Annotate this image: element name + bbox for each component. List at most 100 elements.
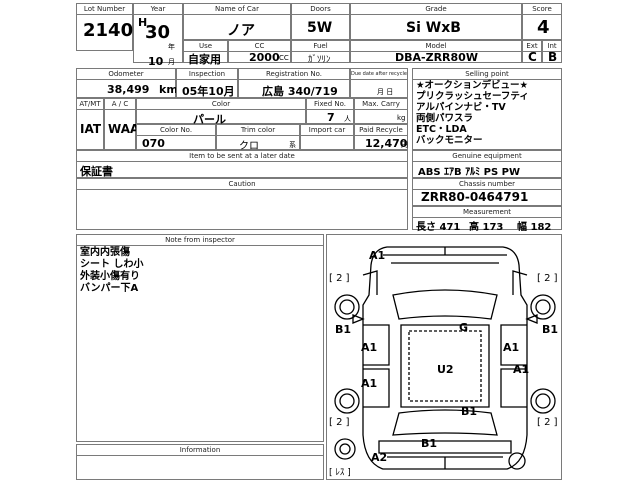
trim-color-cell: Trim color クロ 系 bbox=[216, 124, 300, 152]
tire-rear-right: [ 2 ] bbox=[537, 417, 558, 428]
doors-cell: Doors 5W bbox=[291, 3, 350, 40]
mark-a1-left-rear: A1 bbox=[361, 377, 378, 390]
lot-number-value: 2140 bbox=[83, 20, 134, 41]
car-name-label: Name of Car bbox=[184, 4, 290, 15]
odometer-unit: km bbox=[159, 83, 178, 96]
grade-cell: Grade Si WxB bbox=[350, 3, 522, 40]
measurement-width: 幅 182 bbox=[517, 222, 552, 233]
car-name-cell: Name of Car ノア bbox=[183, 3, 291, 40]
mark-a1-top: A1 bbox=[369, 249, 386, 262]
score-label: Score bbox=[523, 4, 561, 15]
ext-cell: Ext C bbox=[522, 40, 542, 64]
import-car-cell: Import car bbox=[300, 124, 354, 150]
measurement-length: 長さ 471 bbox=[416, 222, 461, 233]
due-date-value: 月 日 bbox=[377, 88, 394, 96]
cc-value: 2000 bbox=[249, 51, 280, 64]
selling-point-label: Selling point bbox=[413, 69, 561, 80]
fixed-no-label: Fixed No. bbox=[307, 99, 353, 110]
chassis-label: Chassis number bbox=[413, 179, 561, 190]
inspector-note-cell: Note from inspector 室内内張傷 シート しわ小 外装小傷有り バン… bbox=[76, 234, 324, 442]
caution-label: Caution bbox=[77, 179, 407, 190]
max-carry-cell: Max. Carry kg bbox=[354, 98, 408, 124]
selling-point-line: ETC・LDA bbox=[416, 124, 467, 135]
inspection-cell: Inspection 05年10月 bbox=[176, 68, 238, 98]
inspection-value: 05年10月 bbox=[182, 85, 235, 98]
at-mt-value: IAT bbox=[80, 122, 102, 136]
items-later-value: 保証書 bbox=[80, 165, 113, 178]
year-month: 10 bbox=[148, 55, 164, 68]
lot-number-cell: Lot Number 2140 bbox=[76, 3, 133, 51]
year-unit: 年 bbox=[168, 43, 175, 51]
registration-label: Registration No. bbox=[239, 69, 349, 80]
fixed-no-unit: 人 bbox=[344, 115, 351, 123]
selling-point-lines: ★オークションデビュー★ プリクラッシュセーフティ アルパインナビ・TV 両側パワスラ… bbox=[416, 80, 529, 146]
genuine-label: Genuine equipment bbox=[413, 151, 561, 162]
registration-value: 広島 340/719 bbox=[262, 85, 338, 98]
trim-color-label: Trim color bbox=[217, 125, 299, 136]
at-mt-label: AT/MT bbox=[77, 99, 103, 110]
odometer-value: 38,499 bbox=[107, 83, 150, 96]
genuine-cell: Genuine equipment ABS ｴｱB ｱﾙﾐ PS PW bbox=[412, 150, 562, 178]
tire-front-right: [ 2 ] bbox=[537, 273, 558, 284]
inspector-note-line: シート しわ小 bbox=[80, 259, 144, 270]
color-cell: Color パール bbox=[136, 98, 306, 126]
inspector-note-label: Note from inspector bbox=[77, 235, 323, 246]
fuel-label: Fuel bbox=[292, 41, 349, 52]
tire-rear-left: [ 2 ] bbox=[329, 417, 350, 428]
chassis-value: ZRR80-0464791 bbox=[421, 190, 529, 204]
paid-recycle-label: Paid Recycle bbox=[355, 125, 407, 136]
color-label: Color bbox=[137, 99, 305, 110]
mark-a1-left-front: A1 bbox=[361, 341, 378, 354]
model-cell: Model DBA-ZRR80W bbox=[350, 40, 522, 64]
int-cell: Int B bbox=[542, 40, 562, 64]
color-no-cell: Color No. 070 bbox=[136, 124, 216, 150]
score-value: 4 bbox=[537, 17, 550, 38]
mark-a2: A2 bbox=[371, 451, 388, 464]
odometer-label: Odometer bbox=[77, 69, 175, 80]
mark-a1-right-rear: A1 bbox=[513, 363, 530, 376]
max-carry-unit: kg bbox=[397, 114, 406, 122]
year-value: 30 bbox=[145, 22, 171, 43]
items-later-label: Item to be sent at a later date bbox=[77, 151, 407, 162]
at-mt-cell: AT/MT IAT bbox=[76, 98, 104, 150]
paid-recycle-unit: 円 bbox=[401, 141, 408, 149]
mark-u2: U2 bbox=[437, 363, 454, 376]
year-label: Year bbox=[134, 4, 182, 15]
odometer-cell: Odometer 38,499 km bbox=[76, 68, 178, 98]
mark-b1-bottom: B1 bbox=[421, 437, 438, 450]
measurement-cell: Measurement 長さ 471 高 173 幅 182 bbox=[412, 206, 562, 233]
chassis-cell: Chassis number ZRR80-0464791 bbox=[412, 178, 562, 206]
doors-value: 5W bbox=[307, 20, 333, 36]
import-car-label: Import car bbox=[301, 125, 353, 136]
int-value: B bbox=[548, 50, 558, 64]
selling-point-line: バックモニター bbox=[416, 135, 483, 146]
fixed-no-value: 7 bbox=[327, 111, 335, 124]
cc-cell: CC 2000 CC bbox=[228, 40, 291, 64]
spare-tire-label: [ ﾚｽ ] bbox=[329, 468, 351, 478]
ac-label: A / C bbox=[105, 99, 135, 110]
year-cell: Year H 30 年 10 月 bbox=[133, 3, 183, 68]
items-later-cell: Item to be sent at a later date 保証書 bbox=[76, 150, 408, 178]
mark-a1-right-front: A1 bbox=[503, 341, 520, 354]
trim-color-unit: 系 bbox=[289, 141, 296, 149]
ext-value: C bbox=[528, 50, 537, 64]
selling-point-line: アルパインナビ・TV bbox=[416, 102, 506, 113]
selling-point-line: ★オークションデビュー★ bbox=[416, 80, 529, 91]
grade-value: Si WxB bbox=[406, 20, 461, 36]
cc-unit: CC bbox=[279, 54, 289, 62]
use-value: 自家用 bbox=[188, 53, 221, 66]
fixed-no-cell: Fixed No. 7 人 bbox=[306, 98, 354, 124]
max-carry-label: Max. Carry bbox=[355, 99, 407, 110]
car-outline bbox=[334, 246, 556, 470]
mark-b1-left: B1 bbox=[335, 323, 352, 336]
ac-value: WAA bbox=[108, 122, 140, 136]
ac-cell: A / C WAA bbox=[104, 98, 140, 150]
lot-number-label: Lot Number bbox=[77, 4, 132, 15]
measurement-label: Measurement bbox=[413, 207, 561, 218]
tire-front-left: [ 2 ] bbox=[329, 273, 350, 284]
inspector-note-line: 外装小傷有り bbox=[80, 271, 140, 282]
inspector-note-lines: 室内内張傷 シート しわ小 外装小傷有り バンパー下A bbox=[80, 247, 143, 295]
use-cell: Use 自家用 bbox=[183, 40, 228, 66]
doors-label: Doors bbox=[292, 4, 349, 15]
paid-recycle-cell: Paid Recycle 12,470 円 bbox=[354, 124, 408, 150]
